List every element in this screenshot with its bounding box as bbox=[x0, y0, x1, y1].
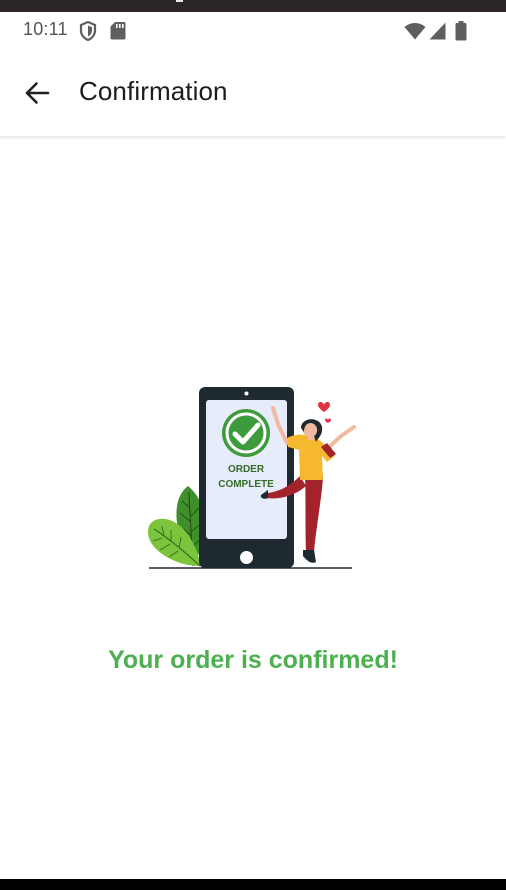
shield-icon bbox=[79, 21, 97, 41]
navigation-bar bbox=[0, 879, 506, 890]
page-title: Confirmation bbox=[79, 76, 228, 106]
top-strip-notch bbox=[176, 0, 183, 2]
leaf-plant-icon bbox=[148, 486, 206, 567]
app-bar: Confirmation bbox=[0, 48, 506, 136]
check-circle-icon bbox=[222, 409, 270, 457]
battery-icon bbox=[455, 21, 467, 41]
cell-signal-icon bbox=[429, 22, 446, 40]
badge-line2: COMPLETE bbox=[218, 479, 274, 490]
hearts-icon bbox=[318, 401, 331, 423]
wifi-icon bbox=[404, 23, 426, 40]
order-confirmed-message: Your order is confirmed! bbox=[108, 646, 398, 674]
arrow-left-icon bbox=[25, 82, 50, 104]
order-complete-illustration: ORDER COMPLETE bbox=[148, 387, 356, 569]
top-strip bbox=[0, 0, 506, 12]
sd-card-icon bbox=[110, 22, 126, 40]
status-time: 10:11 bbox=[23, 19, 68, 39]
back-button[interactable] bbox=[16, 72, 58, 114]
status-bar: 10:11 bbox=[0, 12, 506, 48]
badge-line1: ORDER bbox=[228, 464, 265, 475]
